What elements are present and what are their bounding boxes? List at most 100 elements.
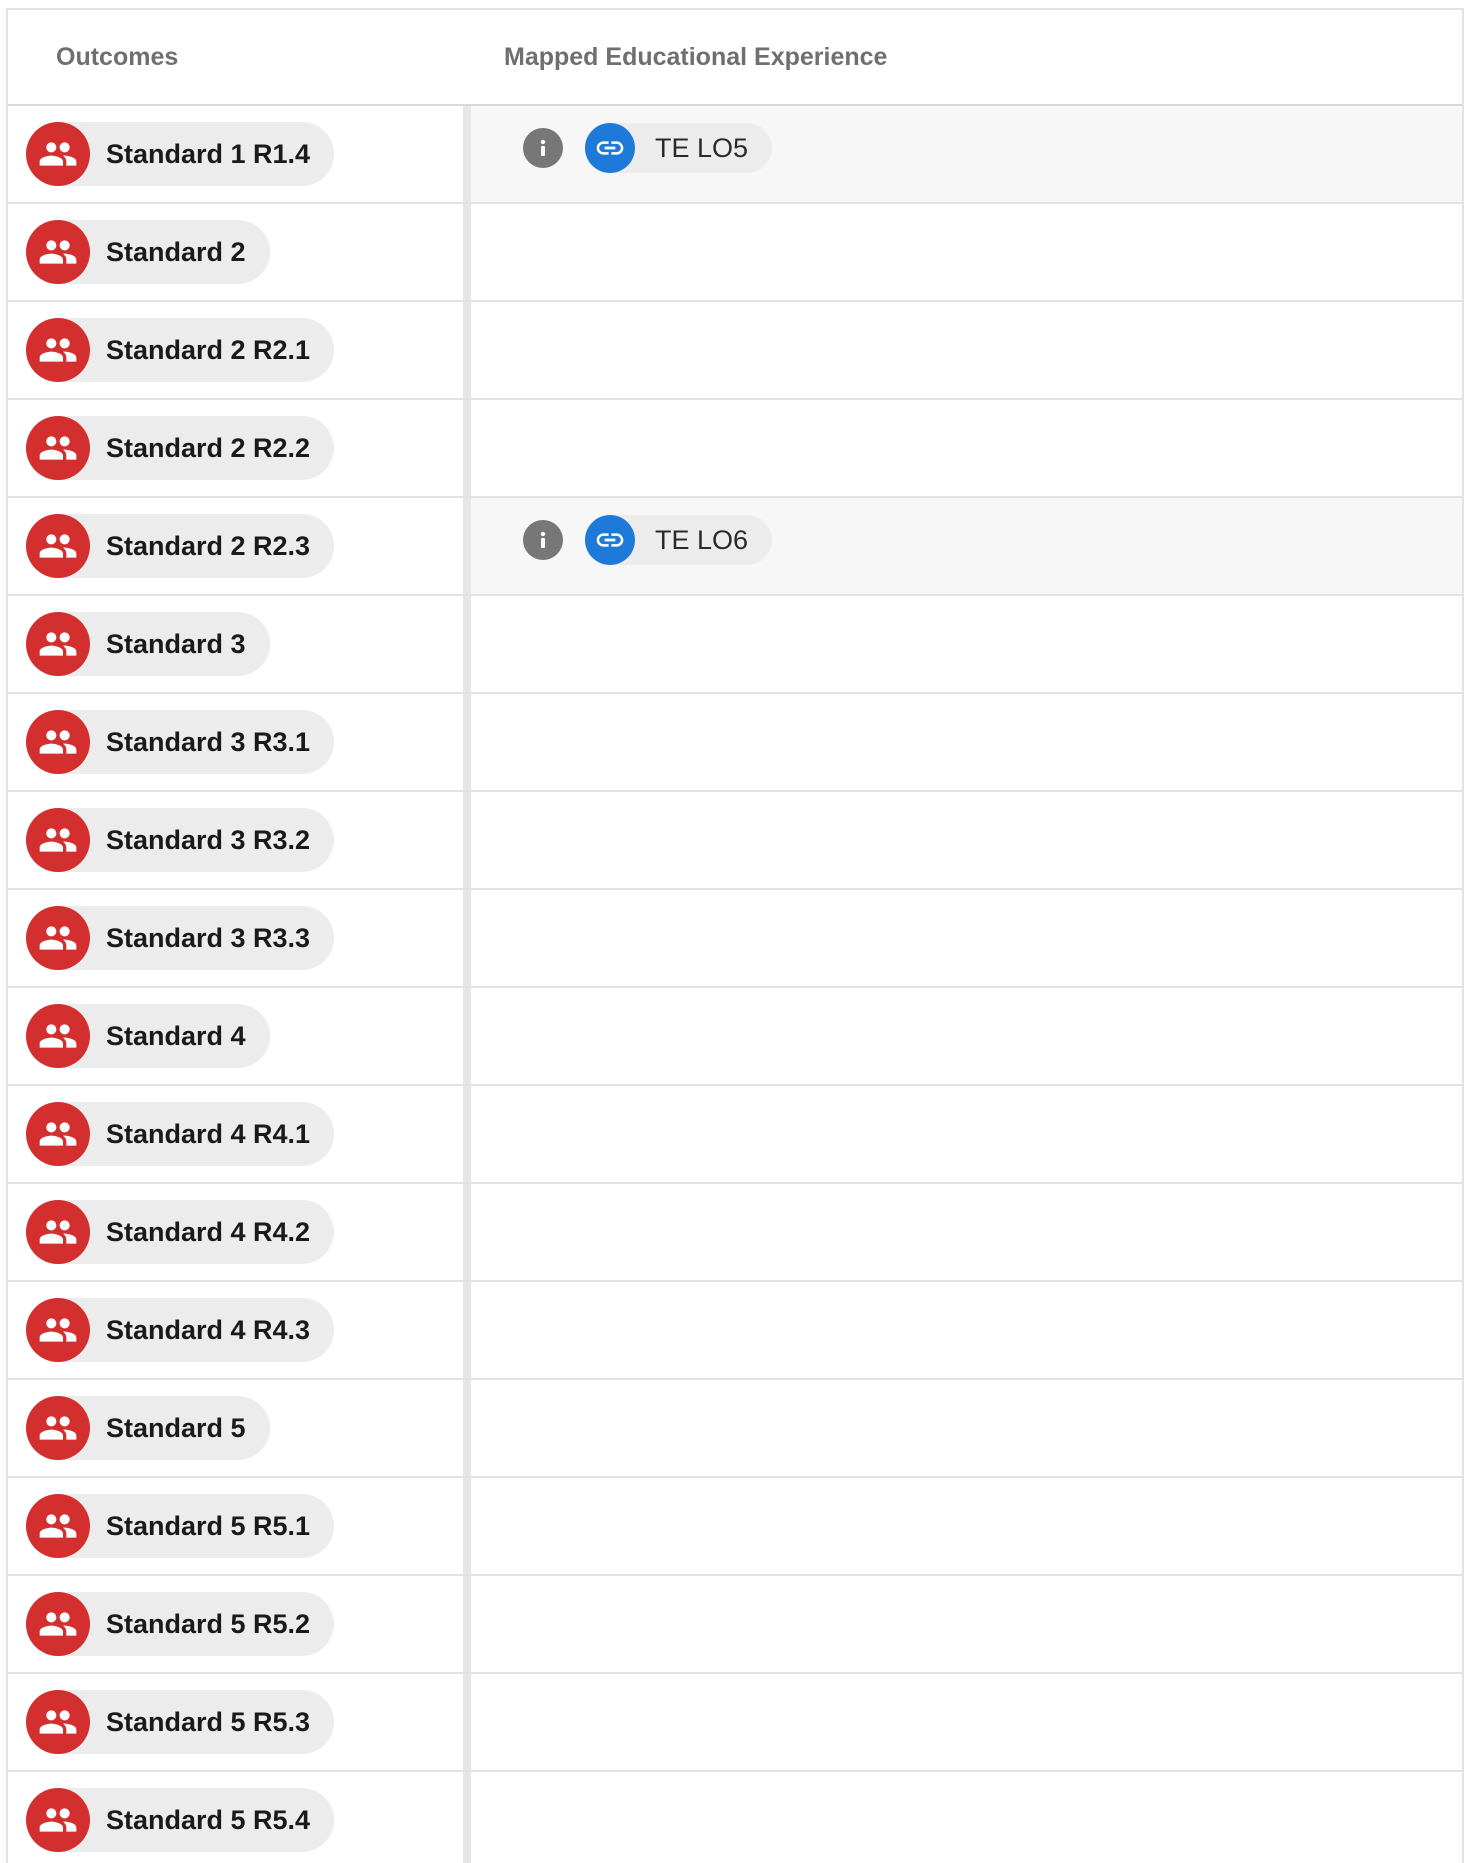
- mapped-experience-label: TE LO6: [655, 524, 749, 555]
- table-row: Standard 3 R3.2: [8, 792, 1462, 890]
- mapped-experience-chip[interactable]: TE LO6: [585, 515, 773, 565]
- mapped-cell: TE LO6: [471, 498, 1462, 594]
- outcome-chip[interactable]: Standard 5 R5.4: [26, 1788, 335, 1852]
- outcome-chip[interactable]: Standard 3 R3.2: [26, 808, 335, 872]
- outcome-cell: Standard 2 R2.3: [8, 498, 463, 594]
- outcome-label: Standard 2 R2.3: [106, 530, 311, 561]
- outcomes-column-header[interactable]: Outcomes: [56, 10, 178, 104]
- column-divider: [463, 106, 471, 202]
- outcome-chip[interactable]: Standard 4 R4.3: [26, 1298, 335, 1362]
- table-row: Standard 3 R3.1: [8, 694, 1462, 792]
- outcomes-mapping-table: Outcomes Mapped Educational Experience S…: [6, 8, 1464, 1863]
- group-icon: [26, 808, 90, 872]
- mapped-cell: [471, 890, 1462, 986]
- column-divider: [463, 1282, 471, 1378]
- group-icon: [26, 710, 90, 774]
- link-icon: [585, 515, 635, 565]
- outcome-chip[interactable]: Standard 4: [26, 1004, 270, 1068]
- outcome-chip[interactable]: Standard 5: [26, 1396, 270, 1460]
- mapped-experience-column-header[interactable]: Mapped Educational Experience: [504, 10, 887, 104]
- table-row: Standard 2: [8, 204, 1462, 302]
- column-divider: [463, 1478, 471, 1574]
- group-icon: [26, 514, 90, 578]
- outcome-label: Standard 4 R4.2: [106, 1216, 311, 1247]
- group-icon: [26, 1494, 90, 1558]
- outcome-chip[interactable]: Standard 3 R3.1: [26, 710, 335, 774]
- mapped-experience-chip[interactable]: TE LO5: [585, 123, 773, 173]
- outcome-label: Standard 5 R5.4: [106, 1804, 311, 1835]
- outcome-chip[interactable]: Standard 2 R2.3: [26, 514, 335, 578]
- table-row: Standard 2 R2.3 TE LO6: [8, 498, 1462, 596]
- column-divider: [463, 204, 471, 300]
- outcome-cell: Standard 4 R4.2: [8, 1184, 463, 1280]
- group-icon: [26, 1396, 90, 1460]
- column-divider: [463, 302, 471, 398]
- mapped-cell: [471, 694, 1462, 790]
- outcome-cell: Standard 4 R4.3: [8, 1282, 463, 1378]
- outcome-chip[interactable]: Standard 4 R4.1: [26, 1102, 335, 1166]
- table-row: Standard 3 R3.3: [8, 890, 1462, 988]
- outcome-cell: Standard 3 R3.3: [8, 890, 463, 986]
- outcome-label: Standard 3 R3.3: [106, 922, 311, 953]
- column-divider: [463, 694, 471, 790]
- table-row: Standard 4 R4.3: [8, 1282, 1462, 1380]
- outcome-cell: Standard 5 R5.1: [8, 1478, 463, 1574]
- column-divider: [463, 1772, 471, 1863]
- mapped-cell: [471, 596, 1462, 692]
- group-icon: [26, 220, 90, 284]
- outcome-chip[interactable]: Standard 1 R1.4: [26, 122, 335, 186]
- outcome-chip[interactable]: Standard 2 R2.2: [26, 416, 335, 480]
- table-row: Standard 5: [8, 1380, 1462, 1478]
- outcome-chip[interactable]: Standard 5 R5.1: [26, 1494, 335, 1558]
- info-icon[interactable]: [523, 520, 563, 560]
- table-row: Standard 5 R5.1: [8, 1478, 1462, 1576]
- outcome-cell: Standard 4 R4.1: [8, 1086, 463, 1182]
- outcome-chip[interactable]: Standard 4 R4.2: [26, 1200, 335, 1264]
- table-row: Standard 4 R4.2: [8, 1184, 1462, 1282]
- outcome-label: Standard 3 R3.1: [106, 726, 311, 757]
- outcome-label: Standard 4 R4.1: [106, 1118, 311, 1149]
- column-divider: [463, 1576, 471, 1672]
- table-row: Standard 5 R5.2: [8, 1576, 1462, 1674]
- column-divider: [463, 890, 471, 986]
- outcome-cell: Standard 2 R2.1: [8, 302, 463, 398]
- outcome-chip[interactable]: Standard 2: [26, 220, 270, 284]
- table-row: Standard 2 R2.1: [8, 302, 1462, 400]
- outcome-chip[interactable]: Standard 5 R5.2: [26, 1592, 335, 1656]
- table-row: Standard 4 R4.1: [8, 1086, 1462, 1184]
- outcome-label: Standard 5 R5.2: [106, 1608, 311, 1639]
- outcome-cell: Standard 2: [8, 204, 463, 300]
- group-icon: [26, 1298, 90, 1362]
- group-icon: [26, 1200, 90, 1264]
- group-icon: [26, 416, 90, 480]
- column-divider: [463, 498, 471, 594]
- group-icon: [26, 906, 90, 970]
- table-row: Standard 4: [8, 988, 1462, 1086]
- group-icon: [26, 318, 90, 382]
- outcome-cell: Standard 5 R5.2: [8, 1576, 463, 1672]
- outcome-chip[interactable]: Standard 5 R5.3: [26, 1690, 335, 1754]
- table-body: Standard 1 R1.4 TE LO5 Standard 2 Standa…: [8, 106, 1462, 1863]
- outcome-label: Standard 3 R3.2: [106, 824, 311, 855]
- outcome-label: Standard 2: [106, 236, 246, 267]
- mapped-cell: [471, 1184, 1462, 1280]
- outcome-label: Standard 5 R5.3: [106, 1706, 311, 1737]
- outcome-label: Standard 4: [106, 1020, 246, 1051]
- mapped-cell: [471, 1086, 1462, 1182]
- outcome-chip[interactable]: Standard 3 R3.3: [26, 906, 335, 970]
- column-divider: [463, 1086, 471, 1182]
- column-divider: [463, 988, 471, 1084]
- outcome-chip[interactable]: Standard 2 R2.1: [26, 318, 335, 382]
- outcome-label: Standard 5: [106, 1412, 246, 1443]
- table-row: Standard 1 R1.4 TE LO5: [8, 106, 1462, 204]
- outcome-label: Standard 1 R1.4: [106, 138, 311, 169]
- outcome-cell: Standard 5 R5.4: [8, 1772, 463, 1863]
- outcome-cell: Standard 5: [8, 1380, 463, 1476]
- outcome-cell: Standard 3 R3.1: [8, 694, 463, 790]
- outcome-chip[interactable]: Standard 3: [26, 612, 270, 676]
- mapped-experience-label: TE LO5: [655, 132, 749, 163]
- outcome-label: Standard 5 R5.1: [106, 1510, 311, 1541]
- outcome-cell: Standard 2 R2.2: [8, 400, 463, 496]
- outcome-cell: Standard 4: [8, 988, 463, 1084]
- info-icon[interactable]: [523, 128, 563, 168]
